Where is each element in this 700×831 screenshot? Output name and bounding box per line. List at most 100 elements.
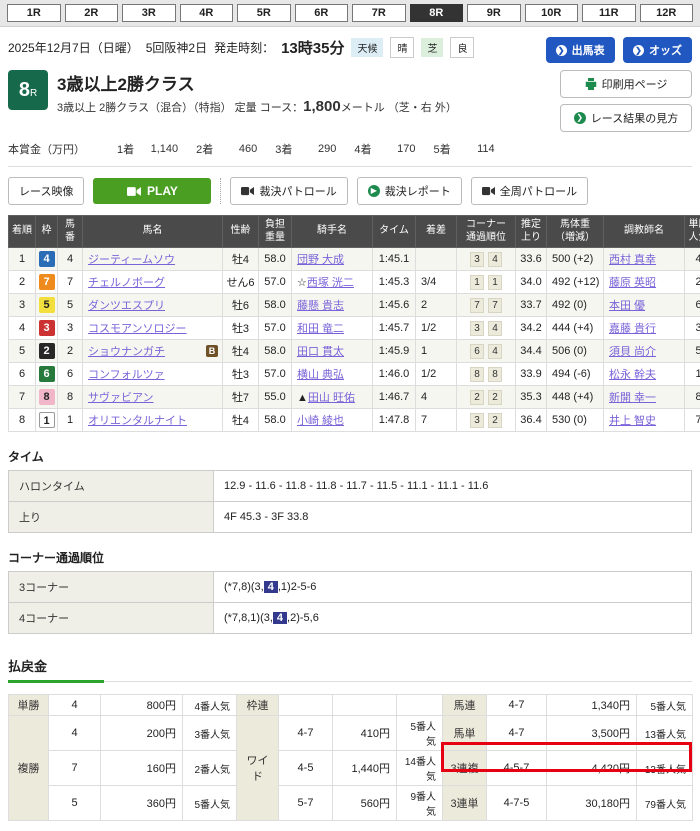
corner-order-cell: 77 <box>457 294 516 317</box>
table-row: 7 160円 2番人気 4-5 1,440円 14番人気 3連複 4-5-7 4… <box>9 751 693 786</box>
corner-position: 2 <box>470 390 484 405</box>
quinella-favorite: 5番人気 <box>637 695 693 716</box>
jockey-mark: ▲ <box>297 392 308 404</box>
sex-age: 牡4 <box>223 409 259 432</box>
table-row: 3 5 5 ダンツエスプリ 牡6 58.0 藤懸 貴志 1:45.6 2 77 … <box>9 294 700 317</box>
horse-name-link[interactable]: コンフォルツァ <box>88 369 165 381</box>
print-page-button[interactable]: 印刷用ページ <box>560 70 692 98</box>
finish-position: 3 <box>9 294 36 317</box>
horse-name-link[interactable]: コスモアンソロジー <box>88 323 187 335</box>
col-margin: 着差 <box>416 216 457 248</box>
time-cell: 1:46.7 <box>373 386 416 409</box>
odds-button[interactable]: ❯ オッズ <box>623 37 692 63</box>
margin-cell: 1/2 <box>416 363 457 386</box>
place-combo: 7 <box>49 751 101 786</box>
trainer-link[interactable]: 西村 真幸 <box>609 254 656 266</box>
horse-name-link[interactable]: オリエンタルナイト <box>88 415 187 427</box>
corner-position: 4 <box>488 321 502 336</box>
place-amount: 360円 <box>101 786 183 821</box>
race-tab-4r[interactable]: 4R <box>180 4 234 22</box>
jockey-link[interactable]: 団野 大成 <box>297 254 344 266</box>
bracket-quinella-favorite <box>397 695 443 716</box>
trainer-link[interactable]: 松永 幹夫 <box>609 369 656 381</box>
finish-position: 1 <box>9 248 36 271</box>
jockey-link[interactable]: 田口 貫太 <box>297 346 344 358</box>
horse-name-link[interactable]: ショウナンガチ <box>88 346 165 358</box>
time-cell: 1:45.1 <box>373 248 416 271</box>
jockey-link[interactable]: 小崎 綾也 <box>297 415 344 427</box>
meeting-info: 5回阪神2日 <box>146 39 207 56</box>
win-label: 単勝 <box>9 695 49 716</box>
race-tab-9r[interactable]: 9R <box>467 4 521 22</box>
corner-order-text: (*7,8,1)(3, <box>224 612 273 624</box>
race-tab-11r[interactable]: 11R <box>582 4 636 22</box>
race-tab-8r-active[interactable]: 8R <box>410 4 464 22</box>
last-3f-cell: 33.9 <box>516 363 547 386</box>
finish-position: 2 <box>9 271 36 294</box>
horse-name-link[interactable]: チェルノボーグ <box>88 277 165 289</box>
jockey-link[interactable]: 和田 竜二 <box>297 323 344 335</box>
race-tab-1r[interactable]: 1R <box>7 4 61 22</box>
prize-rank: 4着 <box>354 141 371 157</box>
race-tab-12r[interactable]: 12R <box>640 4 694 22</box>
place-amount: 200円 <box>101 716 183 751</box>
body-weight-cell: 492 (0) <box>547 294 604 317</box>
table-row: 5 360円 5番人気 5-7 560円 9番人気 3連単 4-7-5 30,1… <box>9 786 693 821</box>
full-patrol-button[interactable]: 全周パトロール <box>471 177 588 205</box>
trainer-link[interactable]: 藤原 英昭 <box>609 277 656 289</box>
race-tab-6r[interactable]: 6R <box>295 4 349 22</box>
corner-position: 4 <box>488 252 502 267</box>
last-3f-cell: 34.2 <box>516 317 547 340</box>
time-cell: 1:45.9 <box>373 340 416 363</box>
prize-rank: 5着 <box>434 141 451 157</box>
race-tab-2r[interactable]: 2R <box>65 4 119 22</box>
horse-name-link[interactable]: ダンツエスプリ <box>88 300 165 312</box>
stewards-report-label: 裁決レポート <box>385 183 451 199</box>
place-amount: 160円 <box>101 751 183 786</box>
corner-section-title: コーナー通過順位 <box>8 549 692 566</box>
corner-position: 8 <box>488 367 502 382</box>
furlong-time-value: 12.9 - 11.6 - 11.8 - 11.8 - 11.7 - 11.5 … <box>214 471 692 502</box>
last-splits-label: 上り <box>9 502 214 533</box>
race-tab-5r[interactable]: 5R <box>237 4 291 22</box>
place-label: 複勝 <box>9 716 49 821</box>
stewards-patrol-button[interactable]: 裁決パトロール <box>230 177 347 205</box>
frame-number: 2 <box>39 343 55 359</box>
trainer-link[interactable]: 須貝 尚介 <box>609 346 656 358</box>
corner-order-cell: 34 <box>457 317 516 340</box>
entries-button[interactable]: ❯ 出馬表 <box>546 37 615 63</box>
results-guide-button[interactable]: ❯ レース結果の見方 <box>560 104 692 132</box>
horse-name-link[interactable]: ジーティームソウ <box>88 254 175 266</box>
time-cell: 1:45.6 <box>373 294 416 317</box>
jockey-link[interactable]: 藤懸 貴志 <box>297 300 344 312</box>
time-cell: 1:45.3 <box>373 271 416 294</box>
table-row: 1 4 4 ジーティームソウ 牡4 58.0 団野 大成 1:45.1 34 3… <box>9 248 700 271</box>
race-tab-3r[interactable]: 3R <box>122 4 176 22</box>
furlong-time-label: ハロンタイム <box>9 471 214 502</box>
horse-name-link[interactable]: サヴァビアン <box>88 392 154 404</box>
blinkers-badge: B <box>206 345 218 357</box>
play-button[interactable]: PLAY <box>93 178 211 204</box>
stewards-report-button[interactable]: ▶ 裁決レポート <box>357 177 462 205</box>
race-tab-10r[interactable]: 10R <box>525 4 579 22</box>
trainer-link[interactable]: 本田 優 <box>609 300 645 312</box>
corner-order-cell: 11 <box>457 271 516 294</box>
divider <box>220 178 221 204</box>
jockey-link[interactable]: 横山 典弘 <box>297 369 344 381</box>
sex-age: 牡3 <box>223 317 259 340</box>
corner-position: 1 <box>470 275 484 290</box>
trainer-link[interactable]: 嘉藤 貴行 <box>609 323 656 335</box>
finish-position: 4 <box>9 317 36 340</box>
trainer-link[interactable]: 井上 智史 <box>609 415 656 427</box>
col-body-weight: 馬体重 （増減） <box>547 216 604 248</box>
win-combo: 4 <box>49 695 101 716</box>
trio-combo: 4-5-7 <box>487 751 547 786</box>
race-date-line: 2025年12月7日（日曜） 5回阪神2日 発走時刻： 13時35分 天候 晴 … <box>8 37 474 58</box>
trainer-link[interactable]: 新開 幸一 <box>609 392 656 404</box>
exacta-amount: 3,500円 <box>547 716 637 751</box>
play-button-label: PLAY <box>147 184 178 198</box>
jockey-link[interactable]: 田山 旺佑 <box>308 392 355 404</box>
jockey-link[interactable]: 西塚 洸二 <box>307 277 354 289</box>
finish-position: 5 <box>9 340 36 363</box>
race-tab-7r[interactable]: 7R <box>352 4 406 22</box>
